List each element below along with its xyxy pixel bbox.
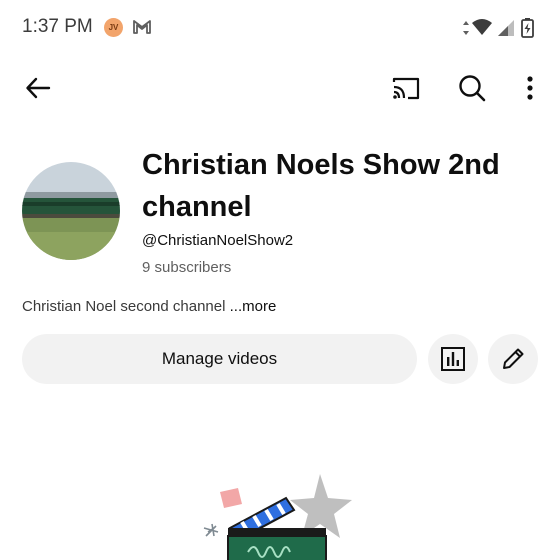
wifi-icon	[472, 19, 492, 35]
battery-charging-icon	[521, 18, 534, 38]
status-time: 1:37 PM	[22, 16, 93, 37]
account-avatar-icon: JV	[104, 18, 123, 37]
subscriber-count: 9 subscribers	[142, 259, 232, 276]
status-bar: 1:37 PM JV	[0, 0, 560, 56]
more-vert-icon[interactable]	[510, 68, 550, 108]
channel-name: Christian Noels Show 2nd channel	[142, 149, 500, 223]
data-arrows-icon	[463, 21, 469, 35]
channel-handle: @ChristianNoelShow2	[142, 232, 294, 249]
back-arrow-icon[interactable]	[18, 68, 58, 108]
system-icons	[462, 16, 542, 40]
channel-avatar[interactable]	[22, 162, 120, 260]
channel-description[interactable]: Christian Noel second channel ...more	[22, 298, 276, 315]
cast-icon[interactable]	[386, 68, 426, 108]
analytics-button[interactable]	[428, 334, 478, 384]
app-bar	[0, 60, 560, 116]
empty-state-illustration	[190, 470, 370, 560]
pencil-icon	[503, 348, 524, 369]
gmail-icon	[132, 18, 152, 36]
edit-button[interactable]	[488, 334, 538, 384]
description-text: Christian Noel second channel	[22, 298, 226, 315]
search-icon[interactable]	[452, 68, 492, 108]
signal-icon	[498, 20, 514, 36]
more-link[interactable]: ...more	[230, 298, 277, 315]
manage-videos-button[interactable]: Manage videos	[22, 334, 417, 384]
analytics-icon	[441, 347, 465, 371]
